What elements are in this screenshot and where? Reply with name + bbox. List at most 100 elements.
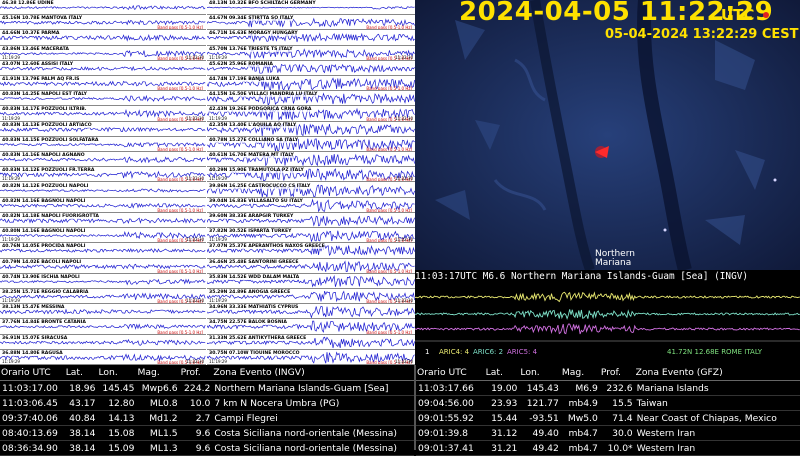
- station-coordinates: 41.72N 12.68E ROME ITALY: [667, 348, 763, 356]
- table-cell: 15.08: [97, 425, 137, 441]
- station-label: 40.82N 14.16E BAGNOLI NAPOLI: [2, 198, 86, 204]
- table-cell: 08:40:13.69: [0, 425, 65, 441]
- gfz-events-table: Orario UTC Lat. Lon. Mag. Prof. Zona Evento (…: [416, 365, 800, 456]
- station-label: 31.33N 25.62E ANTIKYTHERA GREECE: [209, 335, 307, 341]
- table-row[interactable]: 08:36:34.90 38.14 15.09 ML1.3 9.6 Costa Sicil…: [0, 440, 414, 456]
- table-row[interactable]: 09:04:56.00 23.93 121.77 mb4.9 15.5 Taiwan: [416, 395, 800, 411]
- seismogram-trace: 40.78N 15.27E COLLIANO SA ITALY Band pass…: [207, 136, 415, 153]
- table-row[interactable]: 08:40:13.69 38.14 15.08 ML1.5 9.6 Costa Sicil…: [0, 425, 414, 441]
- table-row[interactable]: 09:01:55.92 15.44 -93.51 Mw5.0 71.4 Near Coas…: [416, 410, 800, 426]
- table-cell: Northern Mariana Islands-Guam [Sea]: [212, 380, 414, 396]
- station-label: 46.71N 16.63E MORAGY HUNGARY: [209, 31, 298, 37]
- seismogram-trace: 31.33N 25.62E ANTIKYTHERA GREECE: [207, 335, 415, 350]
- utc-label: UTC: [721, 6, 755, 24]
- table-cell: 145.43: [519, 380, 561, 396]
- table-cell: mb4.9: [560, 395, 600, 411]
- legend-count: 1: [425, 348, 430, 356]
- trace-end-time: 11:22:30: [186, 115, 204, 121]
- table-cell: 09:04:56.00: [416, 395, 485, 411]
- table-header-row: Orario UTC Lat. Lon. Mag. Prof. Zona Evento (…: [0, 365, 414, 381]
- station-label: 43.86N 13.46E MACERATA: [2, 46, 69, 52]
- three-component-waveform: [414, 283, 800, 343]
- trace-start-time: 11:19:29: [209, 176, 227, 182]
- station-label: 42.43N 19.26E PODGORICA CRNA GORA: [209, 107, 312, 113]
- column-header: Zona Evento (INGV): [212, 365, 414, 381]
- seismogram-column-europe: 48.13N 10.32E BFO SCHILTACH GERMANY 44.67…: [207, 0, 415, 365]
- table-cell: 38.14: [64, 440, 98, 456]
- station-label: 35.83N 14.52E WDD DALAM MALTA: [209, 274, 300, 280]
- table-cell: Campi Flegrei: [212, 410, 414, 426]
- table-cell: 38.14: [64, 425, 98, 441]
- station-label: 45.70N 13.76E TRIESTE TS ITALY: [209, 46, 293, 52]
- table-cell: M6.9: [560, 380, 600, 396]
- seismogram-trace: 41.91N 13.79E PALM AQ FR.IS Band pass [0.…: [0, 76, 206, 92]
- seismogram-trace: 45.16N 10.78E MANTOVA ITALY Band pass [0.…: [0, 15, 206, 31]
- seismogram-trace: 40.76N 14.05E PROCIDA NAPOLI: [0, 243, 206, 259]
- table-cell: ML1.5: [136, 425, 180, 441]
- table-cell: 121.77: [519, 395, 561, 411]
- station-label: 42.35N 13.40E L'AQUILA AQ ITALY: [209, 122, 297, 128]
- seismogram-trace: 39.60N 38.33E ARAPGIR TURKEY: [207, 213, 415, 229]
- table-cell: 18.96: [64, 380, 98, 396]
- station-label: 43.07N 12.60E ASSISI ITALY: [2, 61, 74, 67]
- table-cell: Mariana Islands: [634, 380, 800, 396]
- table-cell: 15.09: [97, 440, 137, 456]
- column-header: Lon.: [97, 365, 137, 381]
- trace-end-time: 11:22:30: [395, 237, 413, 243]
- seismogram-trace: 37.82N 30.52E ISPARTA TURKEY Band pass [0…: [207, 228, 415, 244]
- table-row[interactable]: 11:03:17.66 19.00 145.43 M6.9 232.6 Mariana I…: [416, 380, 800, 396]
- table-row[interactable]: 09:37:40.06 40.84 14.13 Md1.2 2.7 Campi Flegr…: [0, 410, 414, 426]
- table-cell: 49.40: [519, 425, 561, 441]
- trace-start-time: 11:19:29: [2, 237, 20, 243]
- station-label: 40.78N 15.27E COLLIANO SA ITALY: [209, 137, 299, 143]
- table-cell: 71.4: [599, 410, 635, 426]
- trace-start-time: 11:19:29: [209, 115, 227, 121]
- station-label: 35.29N 24.89E ANOGIA GREECE: [209, 289, 291, 295]
- table-cell: 09:01:55.92: [416, 410, 485, 426]
- station-label: 39.86N 16.25E CASTROCUCCO CS ITALY: [209, 183, 311, 189]
- trace-line: [0, 65, 206, 72]
- trace-start-time: 11:19:29: [209, 358, 227, 364]
- table-cell: Western Iran: [634, 440, 800, 456]
- table-cell: 09:01:37.41: [416, 440, 485, 456]
- waveform-plot: [414, 291, 800, 342]
- table-cell: 145.45: [97, 380, 137, 396]
- column-header: Mag.: [560, 365, 600, 381]
- table-cell: 10.0: [179, 395, 213, 411]
- seismogram-trace: 40.82N 14.18E NAPOLI FUORIGROTTA: [0, 213, 206, 229]
- seismogram-trace: 44.66N 10.37E PARMA: [0, 30, 206, 46]
- seismogram-trace: 35.29N 24.89E ANOGIA GREECE Band pass [0.…: [207, 289, 415, 305]
- trace-line: [0, 126, 206, 133]
- latest-event-banner: 11:03:17UTC M6.6 Northern Mariana Island…: [415, 270, 800, 283]
- trace-end-time: 11:22:30: [395, 298, 413, 304]
- station-label: 40.61N 16.70E MATERA MT ITALY: [209, 153, 294, 159]
- seismogram-trace: 35.83N 14.52E WDD DALAM MALTA: [207, 274, 415, 289]
- table-cell: Western Iran: [634, 425, 800, 441]
- table-cell: 7 km N Nocera Umbra (PG): [212, 395, 414, 411]
- seismogram-trace: 40.61N 16.70E MATERA MT ITALY: [207, 152, 415, 168]
- legend-aric5: ARIC5: 4: [507, 348, 538, 356]
- station-label: 37.07N 25.37E APERANTHOS NAXOS GREECE: [209, 244, 325, 250]
- table-row[interactable]: 11:03:06.45 43.17 12.80 ML0.8 10.0 7 km N Noc…: [0, 395, 414, 411]
- epicenter-map[interactable]: 2024-04-05 11:22:29 UTC 05-04-2024 13:22…: [415, 0, 800, 270]
- component-trace: [414, 309, 800, 320]
- table-cell: 31.21: [484, 440, 520, 456]
- region-label-line2: Mariana: [595, 258, 632, 268]
- trace-line: [0, 188, 206, 193]
- legend-aric6: ARIC6: 2: [473, 348, 504, 356]
- station-label: 40.83N 14.16E NAPOLI AGNANO: [2, 153, 85, 159]
- table-row[interactable]: 09:01:37.41 31.21 49.42 mb4.7 10.0* Western I…: [416, 440, 800, 456]
- seismogram-trace: 45.62N 25.96E ROMANIA: [207, 61, 415, 77]
- station-label: 40.83N 14.25E NAPOLI EST ITALY: [2, 92, 87, 98]
- table-row[interactable]: 09:01:39.8 31.12 49.40 mb4.7 30.0 Western Ira…: [416, 425, 800, 441]
- trace-line: [0, 278, 206, 286]
- station-label: 30.75N 07.10W TIOUINE MOROCCO: [209, 350, 300, 356]
- trace-line: [0, 248, 206, 254]
- seismogram-trace: 40.29N 15.90E TRAMUTOLA PZ ITALY Band pas…: [207, 167, 415, 183]
- trace-start-time: 11:19:29: [2, 176, 20, 182]
- trace-line: [0, 4, 206, 10]
- trace-end-time: 11:22:30: [186, 237, 204, 243]
- table-row[interactable]: 11:03:17.00 18.96 145.45 Mwp6.6 224.2 Norther…: [0, 380, 414, 396]
- station-label: 36.46N 25.48E SANTORINI GREECE: [209, 259, 299, 265]
- seismogram-trace: 30.75N 07.10W TIOUINE MOROCCO Band pass […: [207, 350, 415, 365]
